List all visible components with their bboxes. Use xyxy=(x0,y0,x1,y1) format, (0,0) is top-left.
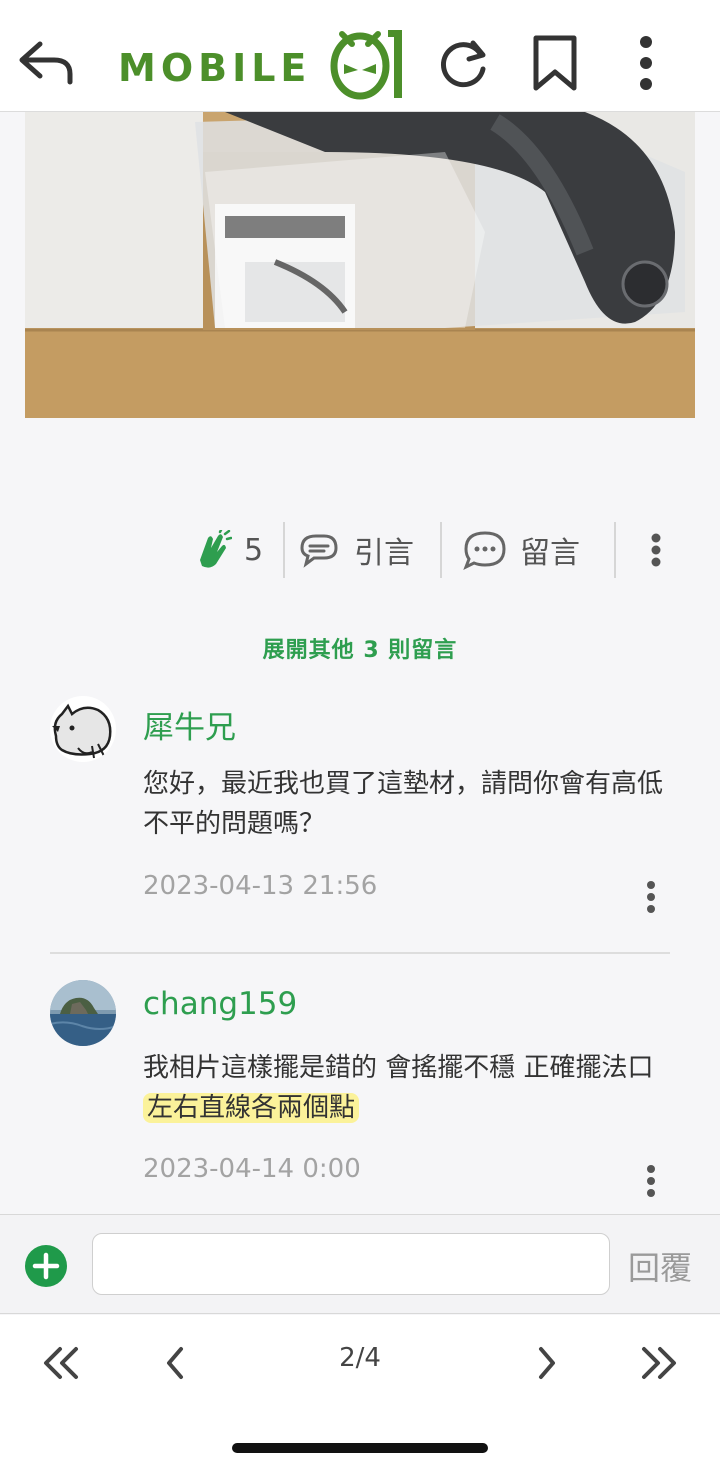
back-icon[interactable] xyxy=(14,34,78,92)
comment-more-icon[interactable] xyxy=(636,879,666,919)
quote-button[interactable]: 引言 xyxy=(298,520,414,580)
comment-label: 留言 xyxy=(520,536,580,571)
quote-label: 引言 xyxy=(354,536,414,571)
comment-body-text: 我相片這樣擺是錯的 會搖擺不穩 正確擺法口 xyxy=(143,1053,654,1083)
avatar[interactable] xyxy=(50,980,116,1046)
clap-icon xyxy=(200,530,232,568)
comment-bubble-icon xyxy=(463,531,506,571)
reply-bar: 回覆 xyxy=(0,1214,720,1314)
post-action-bar: 5 引言 留言 xyxy=(0,520,720,580)
first-page-icon[interactable] xyxy=(40,1339,84,1387)
add-attachment-icon[interactable] xyxy=(25,1245,67,1287)
comment-body: 我相片這樣擺是錯的 會搖擺不穩 正確擺法口左右直線各兩個點 xyxy=(143,1048,673,1128)
logo-text: MOBILE xyxy=(118,46,312,90)
reply-button[interactable]: 回覆 xyxy=(628,1243,692,1289)
logo-mark-icon xyxy=(330,30,402,100)
clap-count: 5 xyxy=(244,532,264,568)
bookmark-icon[interactable] xyxy=(526,32,584,94)
comment-time: 2023-04-13 21:56 xyxy=(143,871,378,901)
clap-button[interactable]: 5 xyxy=(192,520,263,580)
pagination-bar: 2/4 xyxy=(0,1315,720,1474)
comment-time: 2023-04-14 0:00 xyxy=(143,1154,361,1184)
prev-page-icon[interactable] xyxy=(160,1339,190,1387)
top-bar: MOBILE xyxy=(0,0,720,112)
comment-button[interactable]: 留言 xyxy=(462,520,580,580)
action-divider xyxy=(440,522,442,578)
next-page-icon[interactable] xyxy=(532,1339,562,1387)
mobile01-logo[interactable]: MOBILE xyxy=(118,24,408,102)
home-indicator[interactable] xyxy=(232,1443,488,1453)
refresh-icon[interactable] xyxy=(432,32,494,94)
reply-input[interactable] xyxy=(92,1233,610,1295)
action-divider xyxy=(283,522,285,578)
comment-more-icon[interactable] xyxy=(636,1163,666,1203)
page-indicator[interactable]: 2/4 xyxy=(300,1343,420,1373)
comment-divider xyxy=(50,952,670,954)
action-divider xyxy=(614,522,616,578)
post-photo[interactable] xyxy=(25,112,695,418)
comment-author[interactable]: 犀牛兄 xyxy=(143,702,236,747)
highlighted-text: 左右直線各兩個點 xyxy=(143,1093,360,1123)
post-more-icon[interactable] xyxy=(646,520,666,580)
expand-comments-link[interactable]: 展開其他 3 則留言 xyxy=(0,632,720,664)
more-vertical-icon[interactable] xyxy=(624,32,668,94)
last-page-icon[interactable] xyxy=(636,1339,680,1387)
avatar[interactable] xyxy=(50,696,116,762)
comment-body: 您好，最近我也買了這墊材，請問你會有高低不平的問題嗎？ xyxy=(143,769,664,839)
comment-author[interactable]: chang159 xyxy=(143,986,297,1022)
quote-icon xyxy=(300,534,338,568)
